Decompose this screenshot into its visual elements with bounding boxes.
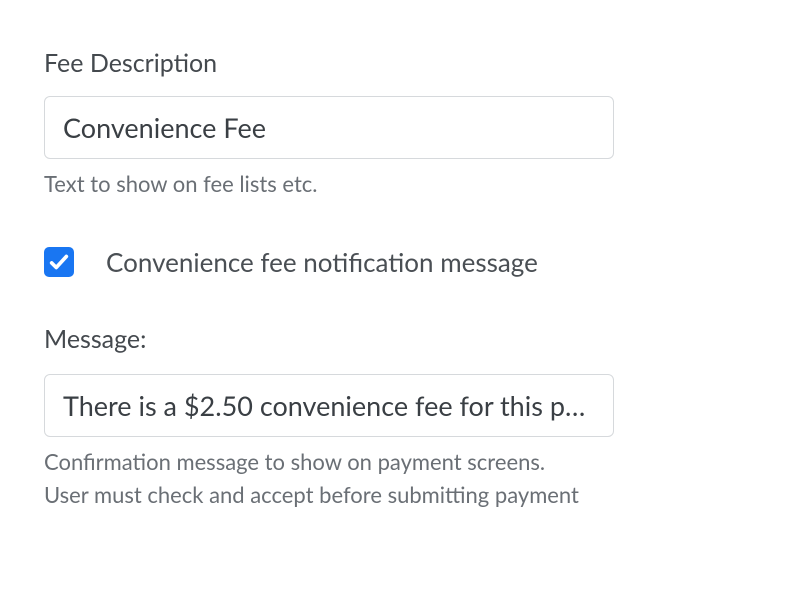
message-help-line1: Confirmation message to show on payment … [44,447,744,478]
message-input[interactable] [44,374,614,437]
fee-description-help: Text to show on fee lists etc. [44,169,744,200]
fee-description-group: Fee Description Text to show on fee list… [44,48,744,200]
message-label: Message: [44,324,744,354]
notification-checkbox-row: Convenience fee notification message [44,246,744,278]
message-help-line2: User must check and accept before submit… [44,480,744,511]
message-group: Message: Confirmation message to show on… [44,324,744,511]
checkmark-icon [48,251,70,273]
notification-checkbox-label: Convenience fee notification message [106,246,538,278]
fee-description-input[interactable] [44,96,614,159]
notification-checkbox[interactable] [44,247,74,277]
fee-description-label: Fee Description [44,48,744,78]
